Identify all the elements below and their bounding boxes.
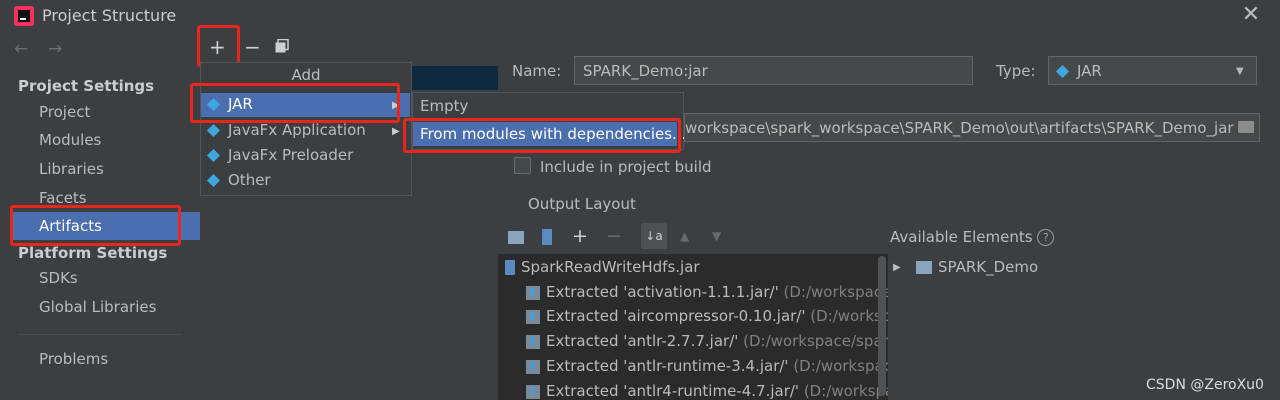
tab-output-layout[interactable]: Output Layout xyxy=(528,195,636,213)
folder-browse-icon[interactable] xyxy=(1238,121,1254,133)
include-in-build-checkbox[interactable] xyxy=(514,157,531,174)
watermark: CSDN @ZeroXu0 xyxy=(1146,377,1264,393)
output-directory-field[interactable]: workspace\spark_workspace\SPARK_Demo\out… xyxy=(684,113,1260,142)
add-menu-title: Add xyxy=(291,66,321,84)
tree-row[interactable]: Extracted 'antlr-runtime-3.4.jar/' (D:/w… xyxy=(526,357,888,375)
highlight-from-modules xyxy=(403,118,681,153)
type-select-value: JAR xyxy=(1077,62,1102,80)
artifact-diamond-icon xyxy=(206,173,221,187)
expand-arrow-icon[interactable]: ▶ xyxy=(893,262,901,273)
available-elements-title: Available Elements xyxy=(890,228,1033,246)
menu-item-label: JavaFx Preloader xyxy=(228,146,354,164)
extracted-icon xyxy=(526,309,540,324)
module-folder-icon xyxy=(916,261,932,274)
extracted-icon xyxy=(526,285,540,300)
tree-row-path: (D:/workspac xyxy=(810,307,888,325)
tree-row-label: Extracted 'aircompressor-0.10.jar/' xyxy=(546,307,806,325)
arrow-right-icon[interactable]: → xyxy=(48,39,62,59)
type-select[interactable]: JAR xyxy=(1048,56,1257,85)
menu-item-label: JavaFx Application xyxy=(228,121,366,139)
artifact-diamond-icon xyxy=(206,148,221,162)
tree-row-path: (D:/workspac xyxy=(803,382,888,400)
highlight-jar xyxy=(190,83,400,123)
sidebar-item-sdks[interactable]: SDKs xyxy=(39,269,78,287)
sidebar-item-global-libraries[interactable]: Global Libraries xyxy=(39,298,156,316)
tree-row-label: SparkReadWriteHdfs.jar xyxy=(521,258,700,276)
sidebar-item-project[interactable]: Project xyxy=(39,103,90,121)
jar-icon xyxy=(505,260,515,275)
menu-item-other[interactable]: Other xyxy=(206,171,271,189)
tree-row[interactable]: Extracted 'aircompressor-0.10.jar/' (D:/… xyxy=(526,307,888,325)
arrow-left-icon[interactable]: ← xyxy=(14,39,28,59)
extracted-icon xyxy=(526,359,540,374)
tree-row-label: Extracted 'antlr4-runtime-4.7.jar/' xyxy=(546,382,800,400)
sidebar-item-modules[interactable]: Modules xyxy=(39,131,101,149)
platform-settings-header: Platform Settings xyxy=(18,244,168,262)
name-label: Name: xyxy=(512,62,562,80)
plus-icon[interactable]: + xyxy=(572,225,588,247)
title-bar xyxy=(0,0,1280,34)
include-in-build-label: Include in project build xyxy=(540,158,712,176)
question-icon[interactable]: ? xyxy=(1037,229,1055,246)
tree-row[interactable]: Extracted 'antlr4-runtime-4.7.jar/' (D:/… xyxy=(526,382,888,400)
extracted-icon xyxy=(526,334,540,349)
type-label: Type: xyxy=(996,62,1036,80)
chevron-down-icon: ▼ xyxy=(1236,66,1244,77)
project-settings-header: Project Settings xyxy=(18,77,155,95)
tree-scrollbar[interactable] xyxy=(878,256,886,396)
new-folder-icon[interactable] xyxy=(508,231,524,244)
tree-row[interactable]: Extracted 'activation-1.1.1.jar/' (D:/wo… xyxy=(526,283,888,301)
tree-row-path: (D:/workspace/sp xyxy=(783,283,888,301)
sidebar-item-libraries[interactable]: Libraries xyxy=(39,160,104,178)
tree-row-label: Extracted 'antlr-runtime-3.4.jar/' xyxy=(546,357,789,375)
name-field[interactable]: SPARK_Demo:jar xyxy=(574,56,973,85)
sort-icon[interactable]: ↓a xyxy=(641,223,667,249)
artifact-diamond-icon xyxy=(1055,64,1070,78)
sidebar-item-problems[interactable]: Problems xyxy=(39,350,108,368)
move-up-icon[interactable]: ▲ xyxy=(680,229,689,243)
available-item-label: SPARK_Demo xyxy=(938,258,1039,276)
tree-row-label: Extracted 'activation-1.1.1.jar/' xyxy=(546,283,779,301)
tree-row-path: (D:/workspace, xyxy=(793,357,888,375)
archive-icon[interactable] xyxy=(542,229,552,245)
available-elements-header: Available Elements ? xyxy=(890,228,1055,246)
highlight-artifacts xyxy=(10,205,181,246)
menu-item-javafx-preloader[interactable]: JavaFx Preloader xyxy=(206,146,354,164)
sidebar-divider xyxy=(18,334,182,335)
tree-row-root[interactable]: SparkReadWriteHdfs.jar xyxy=(505,258,867,276)
extracted-icon xyxy=(526,384,540,399)
minus-icon[interactable]: − xyxy=(244,35,261,59)
minus-icon[interactable]: − xyxy=(606,225,622,247)
submenu-item-empty[interactable]: Empty xyxy=(420,97,468,115)
window-title: Project Structure xyxy=(42,6,177,25)
highlight-add-button xyxy=(197,25,240,67)
move-down-icon[interactable]: ▼ xyxy=(712,229,721,243)
submenu-arrow-icon: ▶ xyxy=(392,126,400,137)
artifact-list-selection xyxy=(410,66,498,90)
intellij-idea-icon xyxy=(14,6,34,26)
artifact-diamond-icon xyxy=(206,123,221,137)
tree-row[interactable]: Extracted 'antlr-2.7.7.jar/' (D:/workspa… xyxy=(526,332,888,350)
menu-item-javafx-application[interactable]: JavaFx Application xyxy=(206,121,366,139)
available-item-spark-demo[interactable]: SPARK_Demo xyxy=(916,258,1038,276)
tree-row-path: (D:/workspace/spark_ xyxy=(743,332,888,350)
copy-icon[interactable] xyxy=(275,38,289,53)
close-icon[interactable]: ✕ xyxy=(1240,4,1262,26)
menu-item-label: Other xyxy=(228,171,271,189)
tree-row-label: Extracted 'antlr-2.7.7.jar/' xyxy=(546,332,739,350)
